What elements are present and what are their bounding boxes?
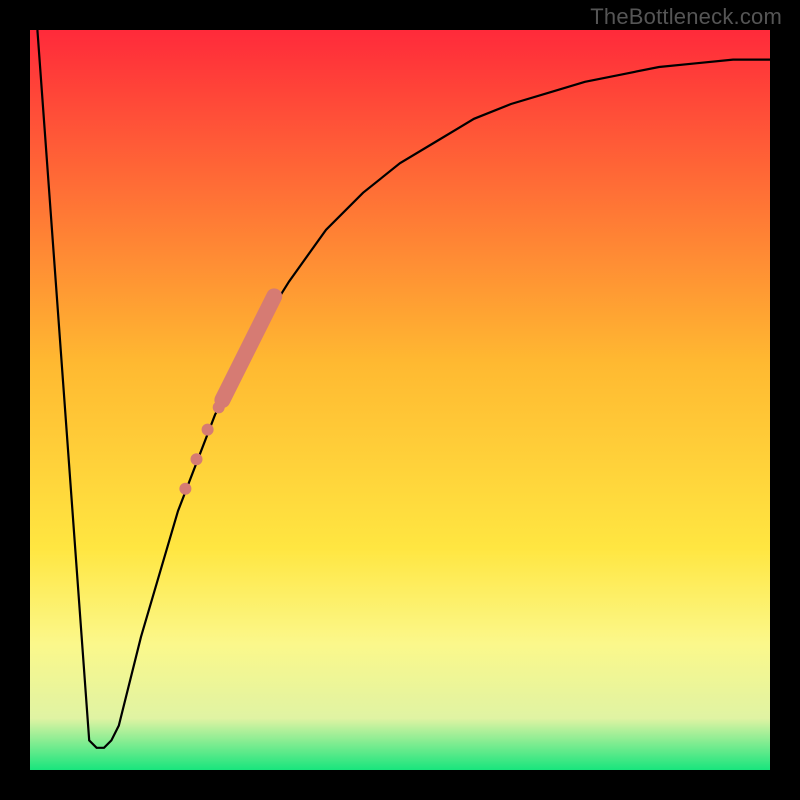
highlight-dot [202,424,214,436]
gradient-background [30,30,770,770]
highlight-dot [179,483,191,495]
chart-svg [30,30,770,770]
highlight-dot [191,453,203,465]
watermark-text: TheBottleneck.com [590,4,782,30]
highlight-dot [213,401,225,413]
chart-frame: TheBottleneck.com [0,0,800,800]
plot-area [30,30,770,770]
